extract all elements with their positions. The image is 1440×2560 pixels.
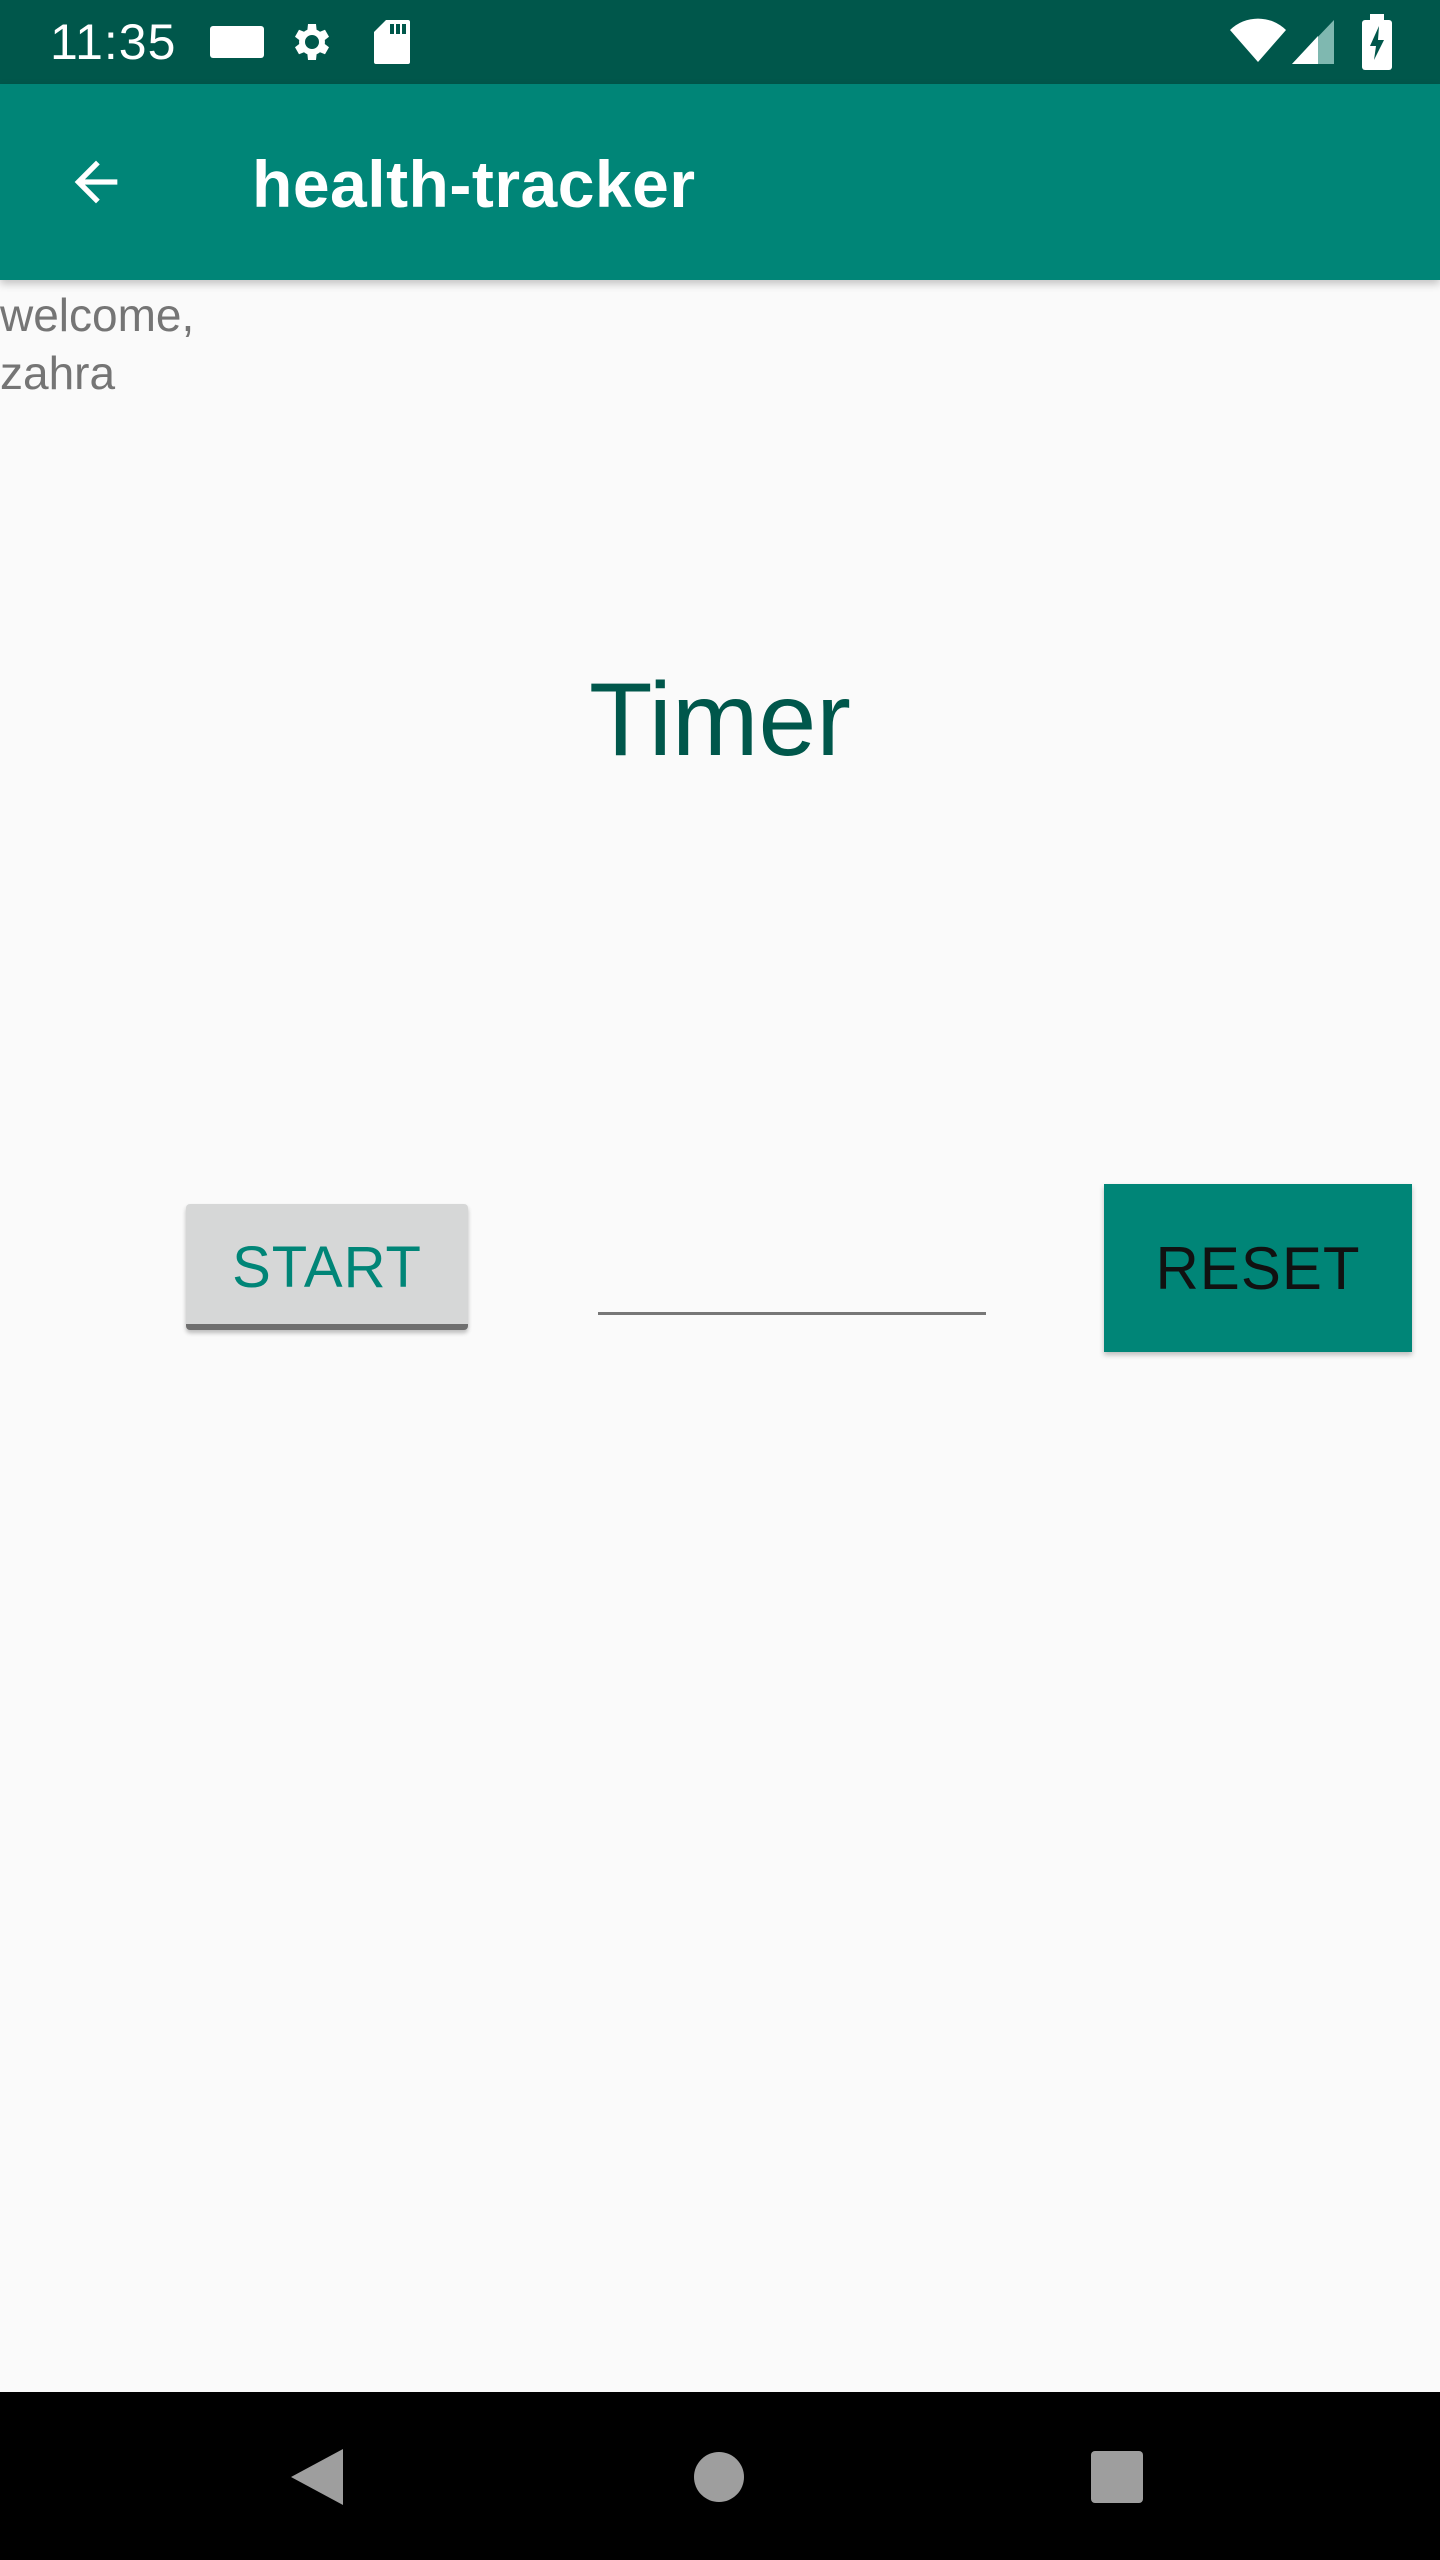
app-title: health-tracker — [252, 147, 696, 221]
sd-card-icon — [372, 18, 412, 71]
nav-back-icon — [291, 2449, 343, 2505]
reset-button[interactable]: RESET — [1104, 1184, 1412, 1352]
screen: 11:35 health-tracker welcome, zahra Time… — [0, 0, 1440, 2560]
status-bar: 11:35 — [0, 0, 1440, 84]
start-button[interactable]: START — [186, 1204, 468, 1330]
navigation-bar — [0, 2392, 1440, 2560]
status-time: 11:35 — [50, 14, 177, 70]
nav-recents-icon — [1091, 2451, 1143, 2503]
arrow-back-icon — [74, 160, 118, 204]
welcome-text: welcome, zahra — [0, 289, 195, 399]
back-button[interactable] — [50, 136, 142, 228]
notification-icon — [210, 26, 264, 58]
nav-back-button[interactable] — [272, 2432, 362, 2522]
gear-icon — [288, 18, 336, 71]
app-bar: health-tracker — [0, 84, 1440, 280]
nav-home-button[interactable] — [674, 2432, 764, 2522]
wifi-icon — [1228, 18, 1288, 71]
nav-home-icon — [694, 2452, 744, 2502]
battery-charging-icon — [1362, 14, 1392, 75]
timer-input[interactable] — [598, 1240, 986, 1315]
signal-icon — [1290, 18, 1336, 71]
timer-heading: Timer — [589, 662, 851, 778]
nav-recents-button[interactable] — [1072, 2432, 1162, 2522]
